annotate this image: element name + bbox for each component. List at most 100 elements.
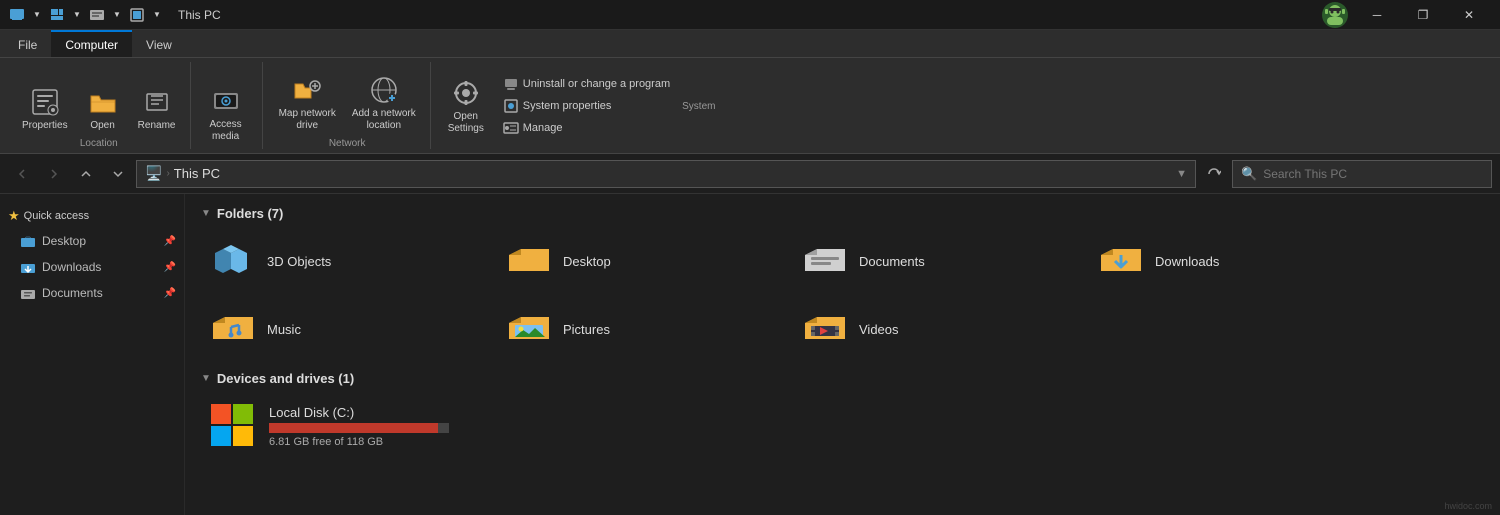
downloads-pin-icon: 📌 [164, 262, 176, 273]
watermark: hwidoc.com [1444, 501, 1492, 511]
back-button[interactable] [8, 160, 36, 188]
qat-icon-4[interactable] [128, 6, 146, 24]
address-sep: › [166, 168, 169, 179]
drive-info-local-disk: Local Disk (C:) 6.81 GB free of 118 GB [269, 405, 449, 448]
access-media-items: Access media [201, 62, 254, 147]
close-button[interactable]: ✕ [1446, 0, 1492, 30]
access-media-group-label [201, 147, 254, 149]
uninstall-button[interactable]: Uninstall or change a program [499, 74, 674, 94]
open-icon [87, 86, 119, 118]
title-text: This PC [178, 8, 221, 22]
minimize-button[interactable]: ─ [1354, 0, 1400, 30]
desktop-folder-icon [20, 233, 36, 249]
address-bar[interactable]: 🖥️ › This PC ▼ [136, 160, 1196, 188]
access-media-button[interactable]: Access media [201, 81, 251, 147]
forward-button[interactable] [40, 160, 68, 188]
folders-collapse-icon[interactable]: ▼ [201, 208, 211, 219]
up-button[interactable] [72, 160, 100, 188]
qat-dropdown-2[interactable]: ▼ [68, 6, 86, 24]
folder-item-documents[interactable]: Documents [793, 231, 1073, 291]
open-button[interactable]: Open [78, 82, 128, 136]
tab-computer[interactable]: Computer [51, 30, 132, 57]
qat-dropdown-3[interactable]: ▼ [108, 6, 126, 24]
folder-icon-videos [801, 305, 849, 353]
map-network-drive-button[interactable]: Map network drive [273, 70, 342, 136]
sidebar-item-desktop[interactable]: Desktop 📌 [0, 228, 184, 254]
drives-section-header: ▼ Devices and drives (1) [201, 371, 1484, 386]
system-properties-button[interactable]: System properties [499, 96, 674, 116]
address-dropdown-icon[interactable]: ▼ [1176, 168, 1187, 180]
location-group-label: Location [16, 136, 182, 149]
folder-icon-downloads [1097, 237, 1145, 285]
ribbon-body: Properties Open [0, 58, 1500, 154]
folder-icon-documents [801, 237, 849, 285]
folder-item-3d-objects[interactable]: 3D Objects [201, 231, 481, 291]
qat-icon-1[interactable] [8, 6, 26, 24]
ribbon-group-system: Open Settings Uninstall or change a prog… [433, 62, 724, 149]
rename-button[interactable]: Rename [132, 82, 182, 136]
qat-icon-2[interactable] [48, 6, 66, 24]
folder-icon-desktop [505, 237, 553, 285]
folder-item-desktop[interactable]: Desktop [497, 231, 777, 291]
user-avatar [1320, 0, 1350, 30]
folder-name-documents: Documents [859, 254, 925, 269]
title-bar-left: ▼ ▼ ▼ ▼ This PC [8, 6, 1320, 24]
ribbon-group-location: Properties Open [8, 62, 191, 149]
sidebar-item-documents[interactable]: Documents 📌 [0, 280, 184, 306]
properties-label: Properties [22, 120, 68, 132]
refresh-button[interactable] [1200, 160, 1228, 188]
folder-name-downloads: Downloads [1155, 254, 1219, 269]
uninstall-label: Uninstall or change a program [523, 78, 670, 90]
folder-item-videos[interactable]: Videos [793, 299, 1073, 359]
address-path: This PC [174, 166, 220, 181]
open-settings-label: Open Settings [448, 111, 484, 135]
drives-section-title: Devices and drives (1) [217, 371, 354, 386]
drive-item-local-disk[interactable]: Local Disk (C:) 6.81 GB free of 118 GB [201, 396, 481, 456]
main-content: ★ Quick access Desktop 📌 Downloads 📌 Doc… [0, 194, 1500, 515]
sidebar-item-downloads[interactable]: Downloads 📌 [0, 254, 184, 280]
local-disk-icon [209, 402, 257, 450]
qat-dropdown[interactable]: ▼ [28, 6, 46, 24]
recent-locations-button[interactable] [104, 160, 132, 188]
uninstall-icon [503, 76, 519, 92]
drive-bar-bg [269, 423, 449, 433]
manage-button[interactable]: Manage [499, 118, 674, 138]
map-network-drive-icon [291, 74, 323, 106]
ribbon-group-network: Map network drive Add a network location [265, 62, 431, 149]
downloads-folder-icon [20, 259, 36, 275]
folder-item-downloads[interactable]: Downloads [1089, 231, 1369, 291]
drive-name-local-disk: Local Disk (C:) [269, 405, 449, 420]
open-label: Open [90, 120, 114, 132]
network-group-items: Map network drive Add a network location [273, 62, 422, 136]
add-network-location-button[interactable]: Add a network location [346, 70, 422, 136]
folders-section-title: Folders (7) [217, 206, 283, 221]
search-input[interactable] [1263, 167, 1483, 181]
network-group-label: Network [273, 136, 422, 149]
documents-folder-icon [20, 285, 36, 301]
window-controls: ─ ❐ ✕ [1354, 0, 1492, 30]
qat-dropdown-4[interactable]: ▼ [148, 6, 166, 24]
quick-access-star-icon: ★ [8, 208, 20, 224]
rename-label: Rename [138, 120, 176, 132]
drive-bar-fill [269, 423, 438, 433]
restore-button[interactable]: ❐ [1400, 0, 1446, 30]
folder-icon-3d-objects [209, 237, 257, 285]
access-media-icon [210, 85, 242, 117]
sidebar: ★ Quick access Desktop 📌 Downloads 📌 Doc… [0, 194, 185, 515]
folders-section-header: ▼ Folders (7) [201, 206, 1484, 221]
access-media-label: Access media [209, 119, 241, 143]
folder-item-pictures[interactable]: Pictures [497, 299, 777, 359]
search-bar: 🔍 [1232, 160, 1492, 188]
folder-item-music[interactable]: Music [201, 299, 481, 359]
system-group-label: System [682, 99, 715, 112]
properties-button[interactable]: Properties [16, 82, 74, 136]
folder-name-3d-objects: 3D Objects [267, 254, 331, 269]
tab-file[interactable]: File [4, 30, 51, 57]
drives-collapse-icon[interactable]: ▼ [201, 373, 211, 384]
folder-name-pictures: Pictures [563, 322, 610, 337]
add-network-location-icon [368, 74, 400, 106]
qat-icon-3[interactable] [88, 6, 106, 24]
open-settings-button[interactable]: Open Settings [441, 73, 491, 139]
desktop-pin-icon: 📌 [164, 236, 176, 247]
tab-view[interactable]: View [132, 30, 186, 57]
